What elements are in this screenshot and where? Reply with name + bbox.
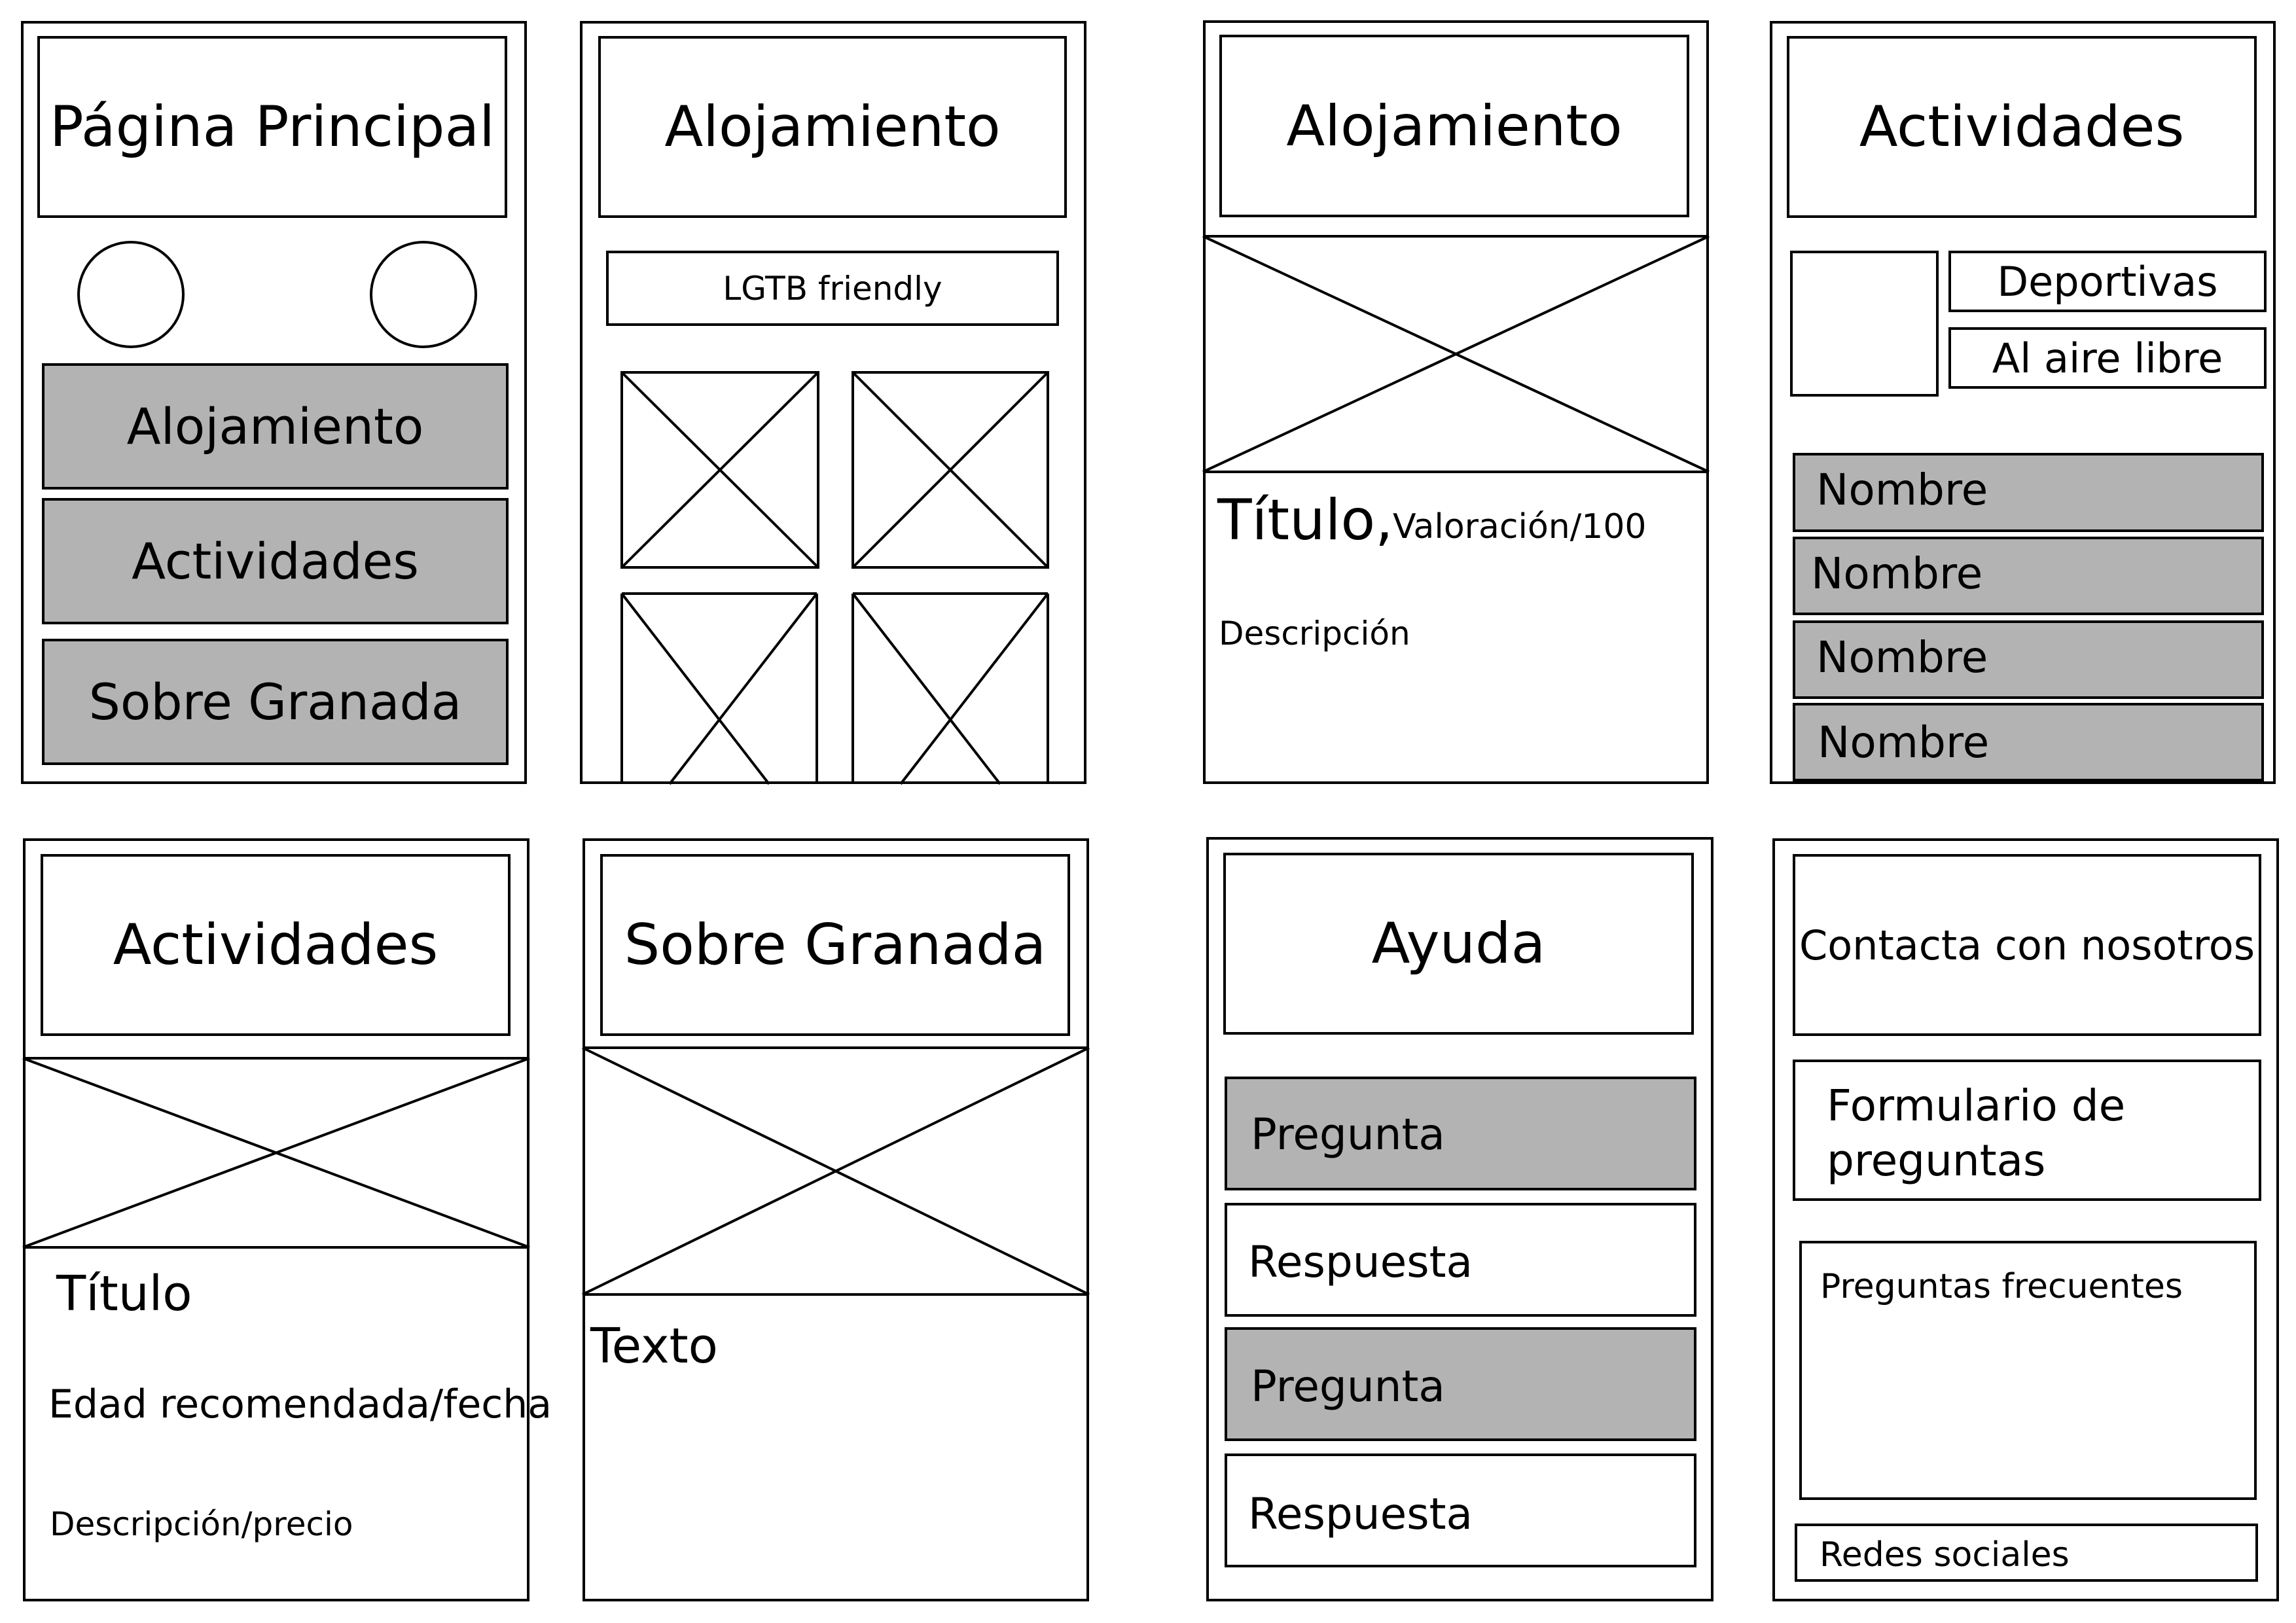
about-granada-text: Texto [590, 1318, 718, 1374]
activity-detail-item-title: Título [56, 1266, 192, 1322]
activity-list-item-name: Nombre [1811, 548, 1983, 599]
activities-list-title: Actividades [1859, 94, 2185, 160]
faq-answer-label: Respuesta [1248, 1237, 1473, 1287]
home-menu-activities-label: Actividades [132, 532, 419, 590]
faq-question[interactable]: Pregunta [1225, 1077, 1696, 1190]
accommodation-thumb-2[interactable] [852, 371, 1049, 569]
activity-list-item[interactable]: Nombre [1793, 537, 2264, 615]
accommodation-list-title: Alojamiento [664, 94, 1001, 160]
home-menu-accommodation-label: Alojamiento [126, 397, 424, 455]
activity-list-item[interactable]: Nombre [1793, 703, 2264, 781]
faq-answer: Respuesta [1225, 1203, 1696, 1317]
activity-detail-age-date: Edad recomendada/fecha [48, 1382, 552, 1427]
activity-list-item[interactable]: Nombre [1793, 620, 2264, 699]
activity-detail-description-price: Descripción/precio [50, 1505, 353, 1543]
sports-filter-label: Deportivas [1997, 257, 2218, 306]
activity-list-item[interactable]: Nombre [1793, 453, 2264, 532]
accommodation-detail-header: Alojamiento [1219, 35, 1689, 217]
lgtb-filter-label: LGTB friendly [723, 269, 942, 308]
home-header: Página Principal [37, 36, 507, 218]
about-granada-image [582, 1046, 1090, 1296]
lgtb-filter-button[interactable]: LGTB friendly [606, 251, 1059, 326]
activity-list-item-name: Nombre [1816, 465, 1988, 515]
accommodation-list-header: Alojamiento [598, 36, 1067, 218]
accommodation-thumb-1[interactable] [620, 371, 819, 569]
accommodation-thumb-4[interactable] [852, 592, 1049, 785]
home-menu-granada-button[interactable]: Sobre Granada [42, 639, 509, 765]
activity-detail-title: Actividades [113, 912, 439, 978]
activity-list-item-name: Nombre [1818, 717, 1990, 768]
questions-form-label-line1: Formulario de [1827, 1080, 2126, 1131]
home-menu-granada-label: Sobre Granada [88, 673, 462, 731]
faq-answer-label: Respuesta [1248, 1489, 1473, 1539]
questions-form-button[interactable]: Formulario de preguntas [1793, 1060, 2261, 1201]
contact-header: Contacta con nosotros [1793, 854, 2261, 1036]
faq-question[interactable]: Pregunta [1225, 1327, 1696, 1441]
outdoor-filter-button[interactable]: Al aire libre [1948, 327, 2267, 389]
activities-list-header: Actividades [1787, 36, 2257, 218]
contact-title: Contacta con nosotros [1799, 921, 2255, 969]
faq-answer: Respuesta [1225, 1454, 1696, 1567]
accommodation-detail-title: Alojamiento [1286, 93, 1623, 159]
accommodation-thumb-3[interactable] [620, 592, 818, 785]
about-granada-title: Sobre Granada [624, 912, 1047, 978]
faq-question-label: Pregunta [1251, 1361, 1445, 1412]
accommodation-detail-image [1202, 235, 1710, 473]
help-title: Ayuda [1371, 911, 1546, 976]
activity-detail-header: Actividades [41, 854, 511, 1036]
about-granada-header: Sobre Granada [600, 854, 1070, 1036]
faq-link-label: Preguntas frecuentes [1820, 1267, 2183, 1306]
social-networks-label: Redes sociales [1820, 1535, 2070, 1575]
home-menu-accommodation-button[interactable]: Alojamiento [42, 363, 509, 490]
accommodation-detail-description: Descripción [1219, 615, 1410, 652]
activity-detail-image [22, 1057, 530, 1249]
help-header: Ayuda [1223, 853, 1694, 1035]
social-networks-link[interactable]: Redes sociales [1795, 1524, 2258, 1582]
activity-list-item-name: Nombre [1816, 632, 1988, 683]
activities-image-placeholder [1790, 251, 1939, 397]
outdoor-filter-label: Al aire libre [1992, 334, 2223, 382]
home-icon-right[interactable] [370, 241, 477, 348]
faq-question-label: Pregunta [1251, 1109, 1445, 1160]
accommodation-detail-rating: Valoración/100 [1393, 507, 1647, 546]
home-title: Página Principal [49, 94, 495, 160]
home-icon-left[interactable] [77, 241, 185, 348]
accommodation-detail-item-title: Título, [1217, 488, 1393, 553]
home-menu-activities-button[interactable]: Actividades [42, 498, 509, 624]
questions-form-label-line2: preguntas [1827, 1135, 2046, 1186]
sports-filter-button[interactable]: Deportivas [1948, 251, 2267, 312]
faq-link-panel[interactable]: Preguntas frecuentes [1799, 1241, 2257, 1500]
